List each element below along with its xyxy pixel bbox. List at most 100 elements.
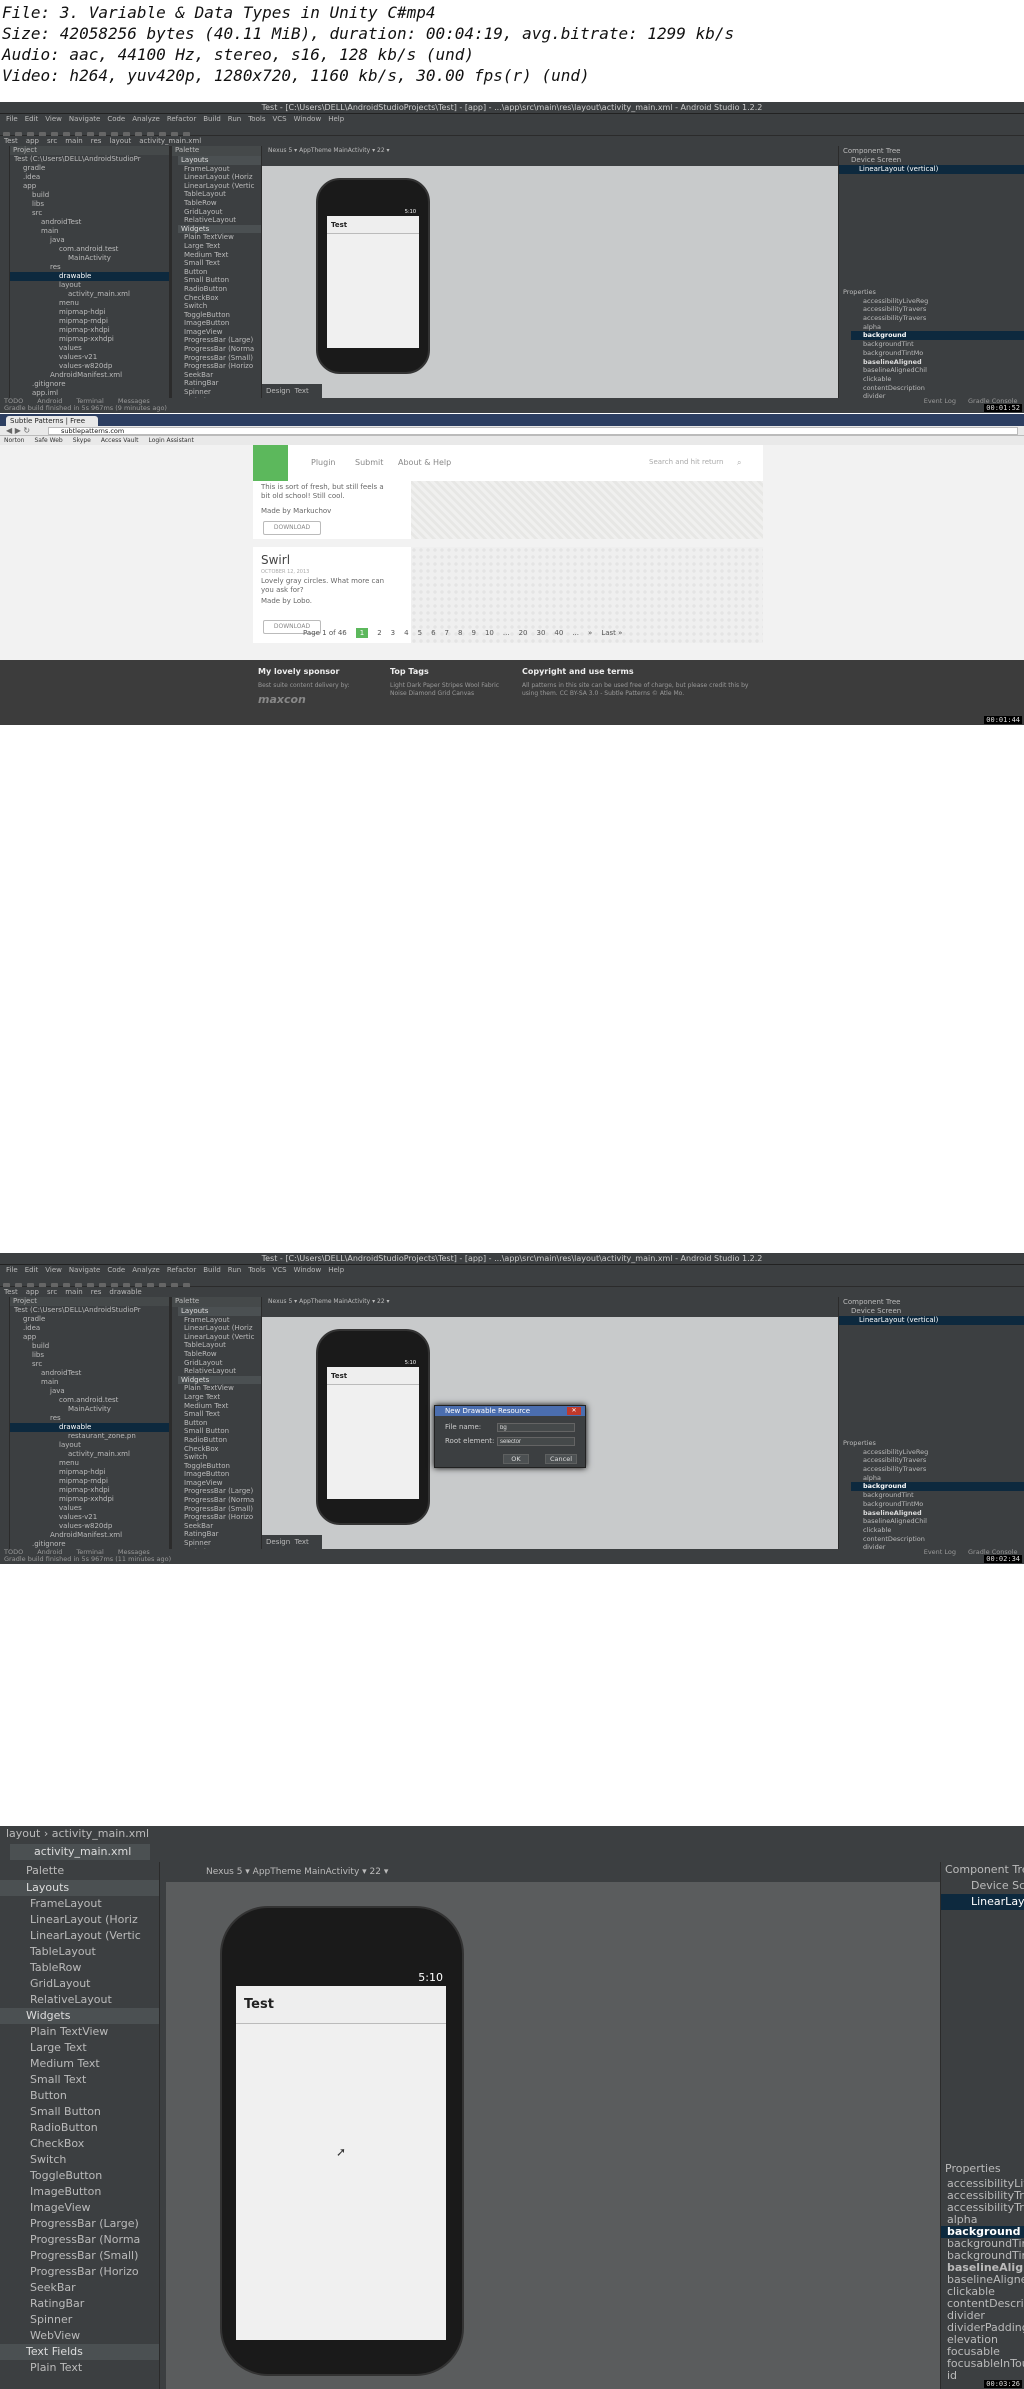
- project-tree-item[interactable]: restaurant_zone.pn: [10, 1432, 169, 1441]
- page-link[interactable]: 9: [471, 629, 475, 637]
- tab-text[interactable]: Text: [295, 1538, 309, 1546]
- palette-item[interactable]: Small Button: [178, 1427, 261, 1436]
- menu-item-edit[interactable]: Edit: [25, 1266, 39, 1274]
- project-tree-item[interactable]: values-v21: [10, 1513, 169, 1522]
- palette-item[interactable]: ProgressBar (Large): [178, 336, 261, 345]
- tab-text[interactable]: Text: [295, 387, 309, 395]
- project-tree-item[interactable]: layout: [10, 281, 169, 290]
- palette-item[interactable]: Small Text: [178, 1410, 261, 1419]
- palette-category[interactable]: Widgets: [0, 2008, 159, 2024]
- palette-item[interactable]: Switch: [178, 302, 261, 311]
- page-link[interactable]: 3: [391, 629, 395, 637]
- palette-item[interactable]: TableRow: [0, 1960, 159, 1976]
- design-text-tabs[interactable]: Design Text: [262, 384, 322, 398]
- menu-item-view[interactable]: View: [45, 115, 62, 123]
- breadcrumb-item[interactable]: res: [91, 137, 102, 145]
- palette-item[interactable]: Small Text: [0, 2072, 159, 2088]
- palette-item[interactable]: Switch: [178, 1453, 261, 1462]
- palette-item[interactable]: Switch: [0, 2152, 159, 2168]
- palette-item[interactable]: RatingBar: [178, 379, 261, 388]
- palette-item[interactable]: CheckBox: [178, 294, 261, 303]
- palette-item[interactable]: ImageView: [178, 328, 261, 337]
- breadcrumb-item[interactable]: src: [47, 137, 57, 145]
- phone-screen[interactable]: 5:10 Test: [327, 208, 419, 348]
- menu-item-vcs[interactable]: VCS: [272, 115, 286, 123]
- cancel-button[interactable]: Cancel: [545, 1454, 577, 1464]
- property-row[interactable]: accessibilityTravers: [851, 1456, 1024, 1465]
- palette-item[interactable]: TableLayout: [178, 1341, 261, 1350]
- palette-item[interactable]: ImageButton: [0, 2184, 159, 2200]
- property-row[interactable]: contentDescription: [851, 1535, 1024, 1544]
- page-link[interactable]: 8: [458, 629, 462, 637]
- project-tree-item[interactable]: MainActivity: [10, 254, 169, 263]
- footer-brand-logo[interactable]: maxcon: [258, 694, 306, 705]
- project-tree-item[interactable]: values: [10, 344, 169, 353]
- property-row[interactable]: baselineAlignedChil: [851, 1517, 1024, 1526]
- palette-item[interactable]: RatingBar: [0, 2296, 159, 2312]
- palette-item[interactable]: RelativeLayout: [0, 1992, 159, 2008]
- palette-item[interactable]: CheckBox: [0, 2136, 159, 2152]
- menu-item-help[interactable]: Help: [328, 115, 344, 123]
- menu-item-refactor[interactable]: Refactor: [167, 1266, 196, 1274]
- back-icon[interactable]: ◀ ▶ ↻: [6, 426, 30, 435]
- palette-item[interactable]: Plain TextView: [0, 2024, 159, 2040]
- search-icon[interactable]: ⌕: [737, 458, 741, 468]
- palette-item[interactable]: ProgressBar (Norma: [0, 2232, 159, 2248]
- project-tree-item[interactable]: values-w820dp: [10, 362, 169, 371]
- address-bar[interactable]: subtlepatterns.com: [48, 427, 1018, 435]
- project-tree-item[interactable]: res: [10, 1414, 169, 1423]
- page-link[interactable]: 4: [404, 629, 408, 637]
- project-tree-item[interactable]: menu: [10, 299, 169, 308]
- palette-item[interactable]: Button: [0, 2088, 159, 2104]
- palette-item[interactable]: TableLayout: [178, 190, 261, 199]
- project-tree-item[interactable]: .idea: [10, 173, 169, 182]
- close-icon[interactable]: ✕: [567, 1407, 581, 1415]
- palette-item[interactable]: Medium Text: [178, 1402, 261, 1411]
- menu-item-file[interactable]: File: [6, 115, 18, 123]
- palette-item[interactable]: TableRow: [178, 1350, 261, 1359]
- property-row[interactable]: contentDescription: [851, 384, 1024, 393]
- property-row[interactable]: baselineAligned: [851, 358, 1024, 367]
- project-tree-item[interactable]: drawable: [10, 272, 169, 281]
- project-tree-item[interactable]: .gitignore: [10, 380, 169, 389]
- footer-tag-list[interactable]: Light Dark Paper Stripes Wool Fabric Noi…: [390, 682, 500, 698]
- breadcrumb-item[interactable]: app: [26, 1288, 39, 1296]
- palette-item[interactable]: ProgressBar (Horizo: [0, 2264, 159, 2280]
- palette-item[interactable]: LinearLayout (Horiz: [178, 1324, 261, 1333]
- project-tree-item[interactable]: gradle: [10, 164, 169, 173]
- menu-item-run[interactable]: Run: [228, 1266, 241, 1274]
- palette-item[interactable]: Plain TextView: [178, 1384, 261, 1393]
- page-link[interactable]: Last »: [601, 629, 622, 637]
- palette-item[interactable]: Spinner: [178, 1539, 261, 1548]
- menu-item-window[interactable]: Window: [294, 115, 322, 123]
- project-tree-item[interactable]: libs: [10, 1351, 169, 1360]
- breadcrumb-item[interactable]: res: [91, 1288, 102, 1296]
- breadcrumb-item[interactable]: activity_main.xml: [139, 137, 201, 145]
- palette-item[interactable]: ProgressBar (Small): [0, 2248, 159, 2264]
- palette-category[interactable]: Text Fields: [0, 2344, 159, 2360]
- property-row[interactable]: clickable: [851, 375, 1024, 384]
- nav-about[interactable]: About & Help: [398, 458, 451, 467]
- project-tree-item[interactable]: java: [10, 236, 169, 245]
- menu-item-help[interactable]: Help: [328, 1266, 344, 1274]
- palette-item[interactable]: RelativeLayout: [178, 216, 261, 225]
- project-tree-item[interactable]: drawable: [10, 1423, 169, 1432]
- property-row[interactable]: accessibilityTravers: [851, 1465, 1024, 1474]
- project-tree-item[interactable]: mipmap-xxhdpi: [10, 335, 169, 344]
- palette-item[interactable]: LinearLayout (Horiz: [0, 1912, 159, 1928]
- palette-category[interactable]: Widgets: [178, 1375, 261, 1385]
- palette-item[interactable]: GridLayout: [178, 208, 261, 217]
- project-tree-item[interactable]: mipmap-xhdpi: [10, 326, 169, 335]
- project-tree-item[interactable]: menu: [10, 1459, 169, 1468]
- palette-item[interactable]: LinearLayout (Vertic: [178, 182, 261, 191]
- property-row[interactable]: backgroundTintMo: [851, 1500, 1024, 1509]
- palette-item[interactable]: ToggleButton: [178, 1462, 261, 1471]
- download-button[interactable]: DOWNLOAD: [263, 521, 321, 535]
- root-element-input[interactable]: [497, 1437, 575, 1446]
- page-link[interactable]: 2: [377, 629, 381, 637]
- menu-item-build[interactable]: Build: [203, 115, 221, 123]
- palette-item[interactable]: GridLayout: [178, 1359, 261, 1368]
- property-row[interactable]: background: [851, 331, 1024, 341]
- page-link[interactable]: ...: [503, 629, 510, 637]
- palette-item[interactable]: FrameLayout: [178, 165, 261, 174]
